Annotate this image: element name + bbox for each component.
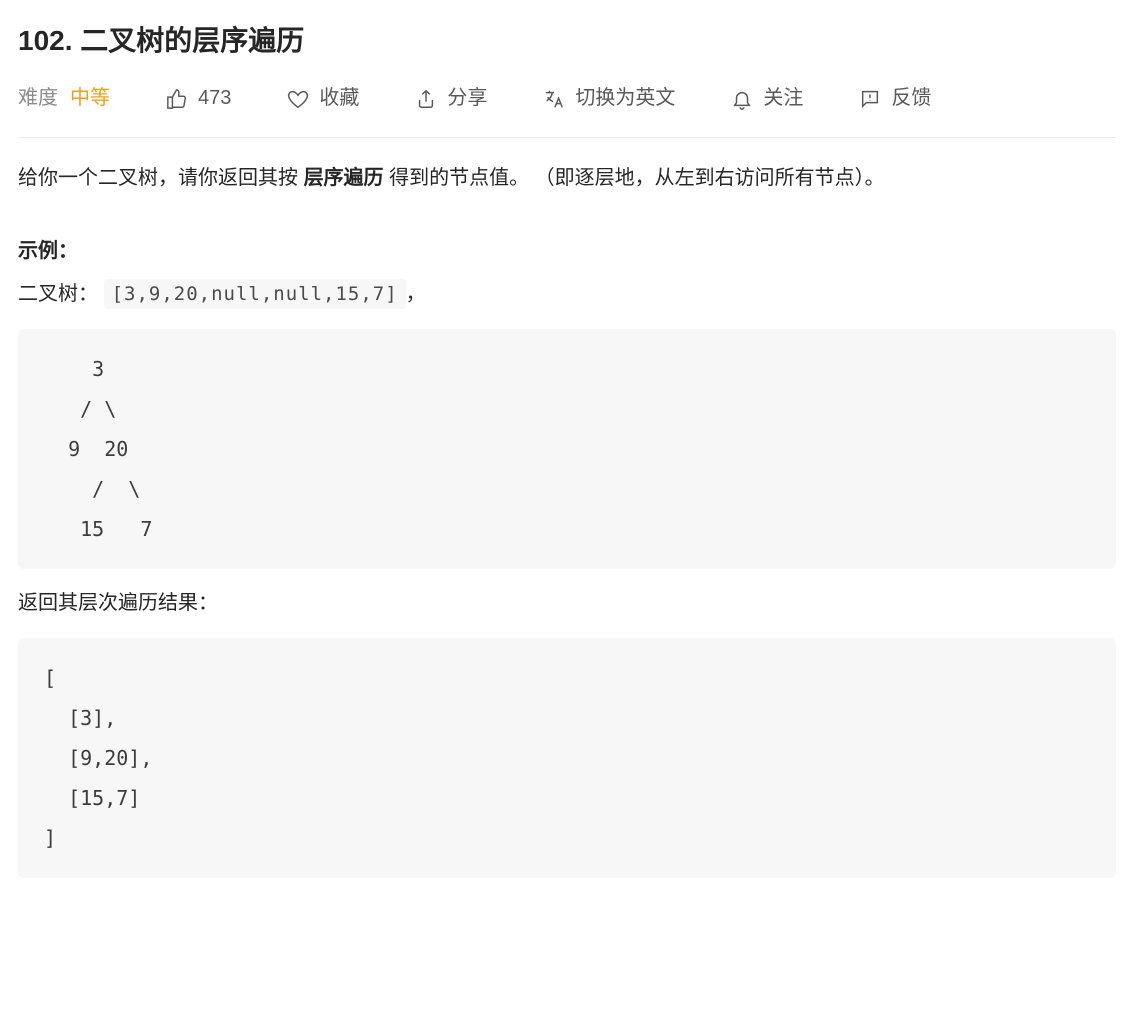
feedback-button[interactable]: 反馈 (859, 82, 931, 115)
feedback-label: 反馈 (891, 82, 931, 115)
example-suffix: ， (406, 283, 426, 305)
result-code-block: [ [3], [9,20], [15,7] ] (18, 638, 1116, 878)
favorite-label: 收藏 (319, 82, 359, 115)
share-label: 分享 (447, 82, 487, 115)
follow-label: 关注 (763, 82, 803, 115)
share-button[interactable]: 分享 (415, 82, 487, 115)
share-icon (415, 88, 437, 110)
example-input-line: 二叉树： [3,9,20,null,null,15,7]， (18, 278, 1116, 311)
problem-toolbar: 难度 中等 473 收藏 分享 切换为英文 关注 反馈 (18, 82, 1116, 138)
feedback-icon (859, 88, 881, 110)
desc-text-before: 给你一个二叉树，请你返回其按 (18, 167, 304, 189)
heart-icon (287, 88, 309, 110)
return-label: 返回其层次遍历结果： (18, 587, 1116, 620)
difficulty-group: 难度 中等 (18, 82, 110, 115)
example-input-code: [3,9,20,null,null,15,7] (104, 279, 406, 309)
like-count: 473 (198, 82, 231, 115)
page-title: 102. 二叉树的层序遍历 (18, 18, 1116, 64)
switch-language-label: 切换为英文 (575, 82, 675, 115)
difficulty-label: 难度 (18, 82, 58, 115)
switch-language-button[interactable]: 切换为英文 (543, 82, 675, 115)
translate-icon (543, 88, 565, 110)
favorite-button[interactable]: 收藏 (287, 82, 359, 115)
problem-description: 给你一个二叉树，请你返回其按 层序遍历 得到的节点值。 （即逐层地，从左到右访问… (18, 162, 1116, 195)
tree-diagram-block: 3 / \ 9 20 / \ 15 7 (18, 329, 1116, 569)
thumbs-up-icon (166, 88, 188, 110)
desc-text-after: 得到的节点值。 （即逐层地，从左到右访问所有节点）。 (384, 167, 885, 189)
example-heading: 示例： (18, 235, 1116, 268)
desc-text-bold: 层序遍历 (304, 167, 384, 189)
like-button[interactable]: 473 (166, 82, 231, 115)
follow-button[interactable]: 关注 (731, 82, 803, 115)
example-prefix: 二叉树： (18, 283, 98, 305)
bell-icon (731, 88, 753, 110)
difficulty-value: 中等 (70, 82, 110, 115)
